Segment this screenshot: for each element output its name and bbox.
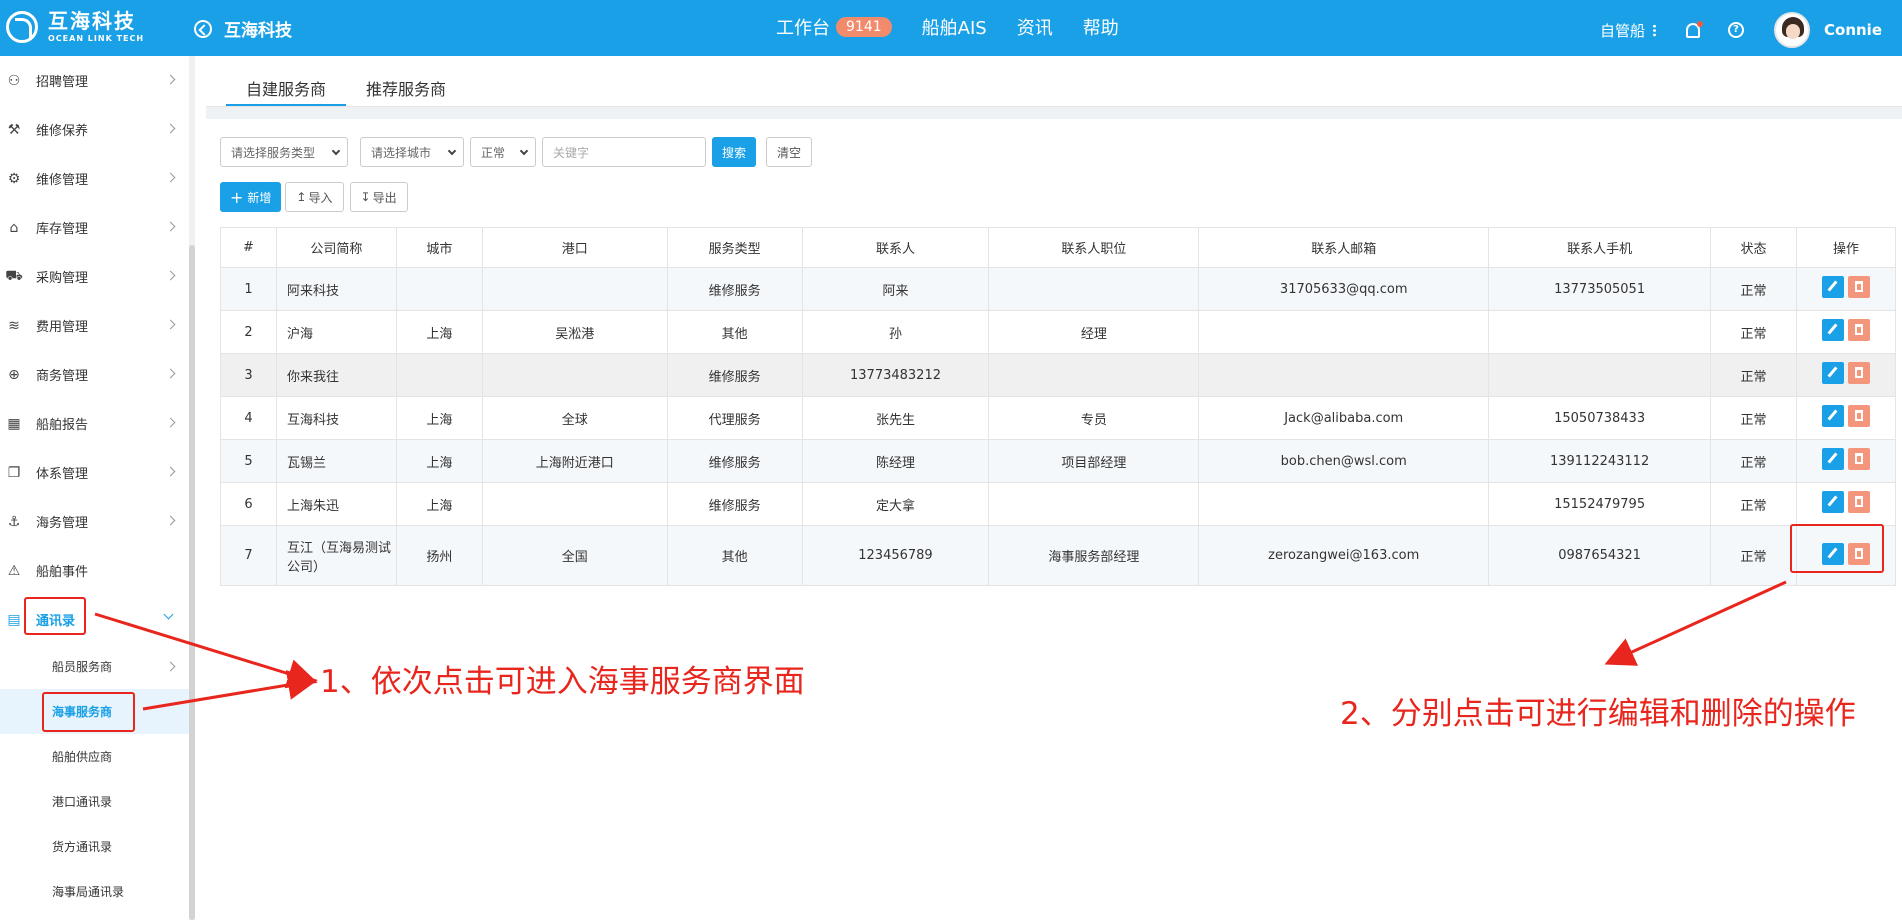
annotation-step1: 1、依次点击可进入海事服务商界面 (320, 664, 805, 700)
arrow-to-step1-from-contacts (94, 612, 318, 689)
arrow-to-step2 (1604, 580, 1787, 666)
annotation-arrows (94, 580, 1787, 711)
arrow-to-step1-from-provider (142, 670, 318, 711)
annotation-step2: 2、分别点击可进行编辑和删除的操作 (1340, 696, 1856, 732)
